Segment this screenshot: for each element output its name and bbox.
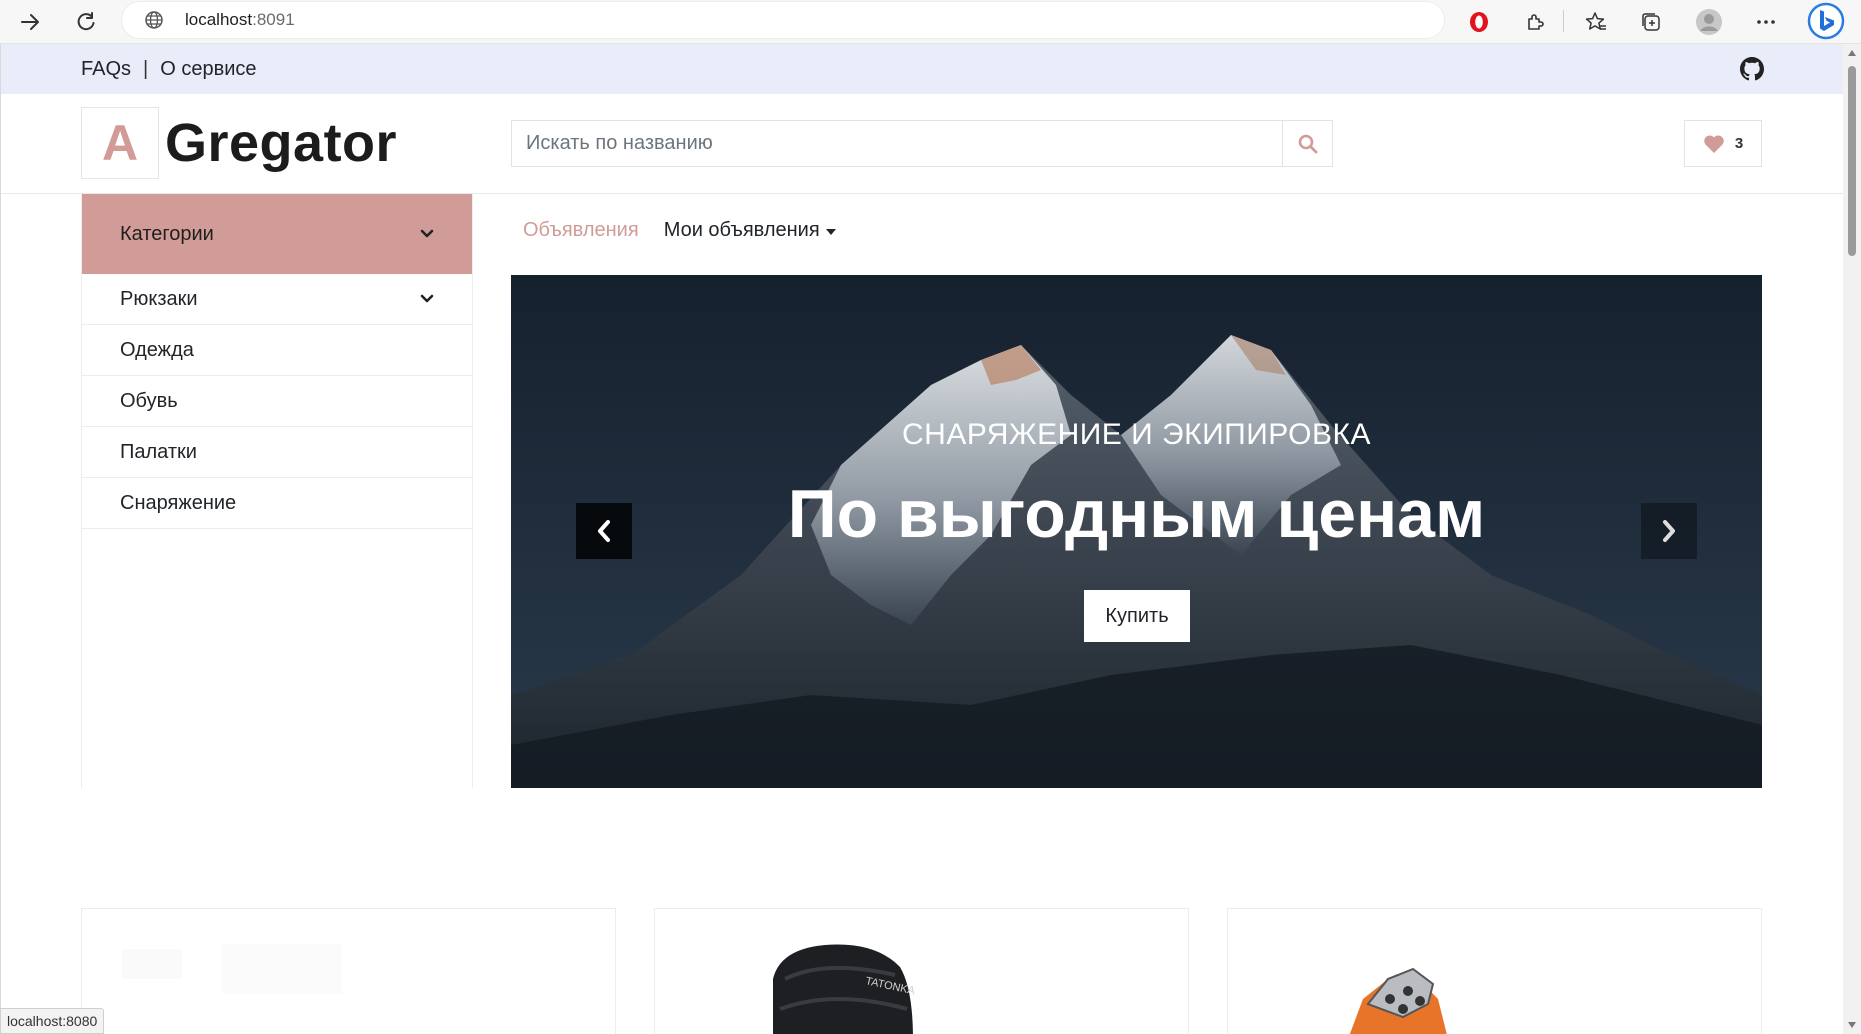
scroll-down-icon[interactable]: [1848, 1022, 1856, 1028]
logo-text: Gregator: [165, 113, 398, 173]
favorites-counter-button[interactable]: 3: [1684, 120, 1762, 167]
carousel-prev-button[interactable]: [576, 503, 632, 559]
status-bar-url: localhost:8080: [0, 1008, 105, 1034]
main-nav: Объявления Мои объявления: [523, 219, 836, 242]
top-info-bar: FAQs | О сервисе: [1, 44, 1843, 94]
bing-button[interactable]: [1806, 1, 1846, 41]
collections-icon: [1642, 13, 1660, 31]
extensions-button[interactable]: [1518, 5, 1552, 39]
sidebar-item-label: Палатки: [120, 440, 197, 463]
sidebar-item-tents[interactable]: Палатки: [82, 427, 472, 478]
reload-icon: [77, 12, 95, 31]
hero-subtitle: СНАРЯЖЕНИЕ И ЭКИПИРОВКА: [902, 418, 1371, 451]
hero-title: По выгодным ценам: [787, 476, 1486, 552]
tab-listings[interactable]: Объявления: [523, 219, 639, 242]
product-card[interactable]: TATONKA: [654, 908, 1189, 1034]
reload-button[interactable]: [70, 6, 102, 38]
address-bar[interactable]: localhost:8091: [121, 1, 1445, 39]
site-header: A Gregator 3: [1, 94, 1843, 194]
heart-icon: [1704, 134, 1724, 153]
about-service-link[interactable]: О сервисе: [160, 58, 256, 81]
profile-icon: [1696, 9, 1722, 35]
opera-extension-button[interactable]: [1462, 5, 1496, 39]
profile-button[interactable]: [1692, 5, 1726, 39]
categories-toggle[interactable]: Категории: [82, 194, 472, 274]
product-card[interactable]: [1227, 908, 1762, 1034]
sidebar-item-equipment[interactable]: Снаряжение: [82, 478, 472, 529]
search-form: [511, 120, 1333, 167]
buy-button[interactable]: Купить: [1084, 590, 1190, 642]
browser-toolbar: localhost:8091: [0, 0, 1861, 44]
sidebar-item-backpacks[interactable]: Рюкзаки: [82, 274, 472, 325]
sidebar-item-label: Снаряжение: [120, 491, 237, 514]
link-divider: |: [143, 58, 149, 80]
sidebar-item-footwear[interactable]: Обувь: [82, 376, 472, 427]
scroll-up-icon[interactable]: [1848, 50, 1856, 56]
search-icon: [1298, 134, 1317, 153]
sidebar-item-label: Обувь: [120, 389, 178, 412]
product-image: [122, 944, 342, 994]
category-sidebar: Категории Рюкзаки Одежда Обувь Палатки С…: [81, 194, 473, 788]
site-logo[interactable]: A Gregator: [81, 107, 397, 179]
categories-title: Категории: [120, 222, 214, 245]
product-image: [1349, 967, 1447, 1034]
url-text: localhost:8091: [185, 10, 295, 29]
favorites-count: 3: [1734, 135, 1744, 152]
chevron-down-icon: [420, 229, 434, 238]
more-icon: [1757, 20, 1775, 24]
caret-down-icon: [825, 228, 836, 235]
favorites-button[interactable]: [1579, 5, 1613, 39]
collections-button[interactable]: [1634, 5, 1668, 39]
web-page: FAQs | О сервисе A Gregator 3 Категории …: [0, 44, 1843, 1034]
sidebar-item-label: Рюкзаки: [120, 287, 198, 310]
globe-icon: [143, 9, 165, 31]
sidebar-item-clothing[interactable]: Одежда: [82, 325, 472, 376]
opera-icon: [1470, 12, 1488, 32]
forward-button[interactable]: [14, 6, 46, 38]
back-arrow-icon: [21, 14, 39, 30]
faqs-link[interactable]: FAQs: [81, 58, 131, 81]
carousel-next-button[interactable]: [1641, 503, 1697, 559]
logo-badge: A: [81, 107, 159, 179]
chevron-down-icon: [420, 294, 434, 303]
more-menu-button[interactable]: [1749, 5, 1783, 39]
hero-carousel: СНАРЯЖЕНИЕ И ЭКИПИРОВКА По выгодным цена…: [511, 275, 1762, 788]
my-listings-label: Мои объявления: [663, 219, 820, 241]
chevron-right-icon: [1663, 520, 1675, 542]
bing-icon: [1807, 2, 1845, 40]
extensions-icon: [1528, 14, 1544, 30]
search-button[interactable]: [1282, 121, 1332, 166]
chevron-left-icon: [598, 520, 610, 542]
product-image: TATONKA: [773, 944, 917, 1034]
favorites-icon: [1585, 12, 1606, 30]
github-icon[interactable]: [1740, 57, 1764, 81]
sidebar-item-label: Одежда: [120, 338, 194, 361]
product-card[interactable]: [81, 908, 616, 1034]
page-scrollbar[interactable]: [1843, 44, 1861, 1034]
scrollbar-thumb[interactable]: [1848, 66, 1856, 256]
search-input[interactable]: [512, 121, 1282, 166]
toolbar-separator: [1563, 10, 1564, 32]
my-listings-dropdown[interactable]: Мои объявления: [664, 219, 836, 242]
